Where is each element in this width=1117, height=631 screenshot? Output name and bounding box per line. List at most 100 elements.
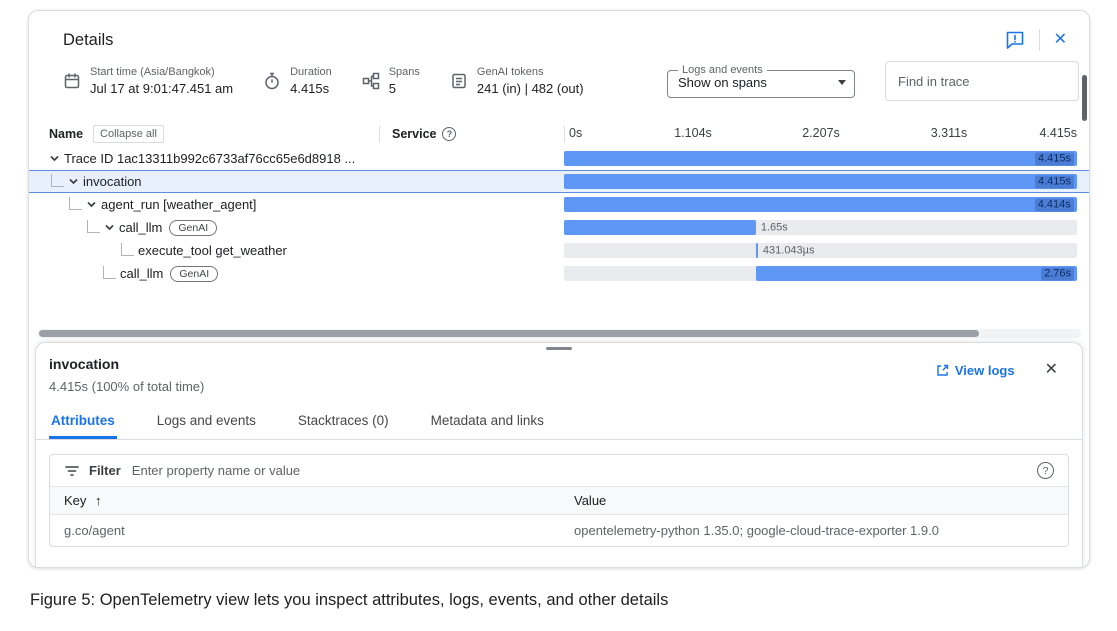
panel-header: Details ✕ xyxy=(29,11,1089,51)
span-bar[interactable]: 2.76s xyxy=(756,266,1077,281)
span-bar[interactable]: 4.415s xyxy=(564,151,1077,166)
sort-ascending-icon: ↑ xyxy=(95,493,102,508)
trace-row-trace-id[interactable]: Trace ID 1ac13311b992c6733af76cc65e6d891… xyxy=(29,147,1089,170)
span-detail-subtitle: 4.415s (100% of total time) xyxy=(49,379,204,394)
tree-connector xyxy=(103,266,116,279)
chevron-down-icon[interactable] xyxy=(49,153,60,164)
timeline-tick: 1.104s xyxy=(674,126,712,140)
panel-title: Details xyxy=(63,31,113,50)
genai-badge: GenAI xyxy=(169,220,217,236)
timeline-tick: 3.311s xyxy=(931,126,968,140)
trace-table-header: Name Collapse all Service ? 0s 1.104s 2.… xyxy=(29,121,1089,147)
duration-label: Duration xyxy=(290,66,332,78)
tokens-icon xyxy=(450,72,468,90)
attribute-value: opentelemetry-python 1.35.0; google-clou… xyxy=(574,523,1054,538)
genai-tokens-summary: GenAI tokens 241 (in) | 482 (out) xyxy=(450,66,584,96)
feedback-icon[interactable] xyxy=(1005,30,1025,50)
start-time-label: Start time (Asia/Bangkok) xyxy=(90,66,233,78)
collapse-all-button[interactable]: Collapse all xyxy=(93,125,164,143)
drag-handle[interactable] xyxy=(546,347,572,350)
filter-row: Filter ? xyxy=(50,455,1068,486)
logs-and-events-dropdown-value: Show on spans xyxy=(678,75,767,90)
trace-toolbar: Start time (Asia/Bangkok) Jul 17 at 9:01… xyxy=(29,51,1089,113)
span-name: Trace ID 1ac13311b992c6733af76cc65e6d891… xyxy=(64,151,355,166)
horizontal-scrollbar[interactable] xyxy=(37,329,1081,338)
service-help-icon[interactable]: ? xyxy=(442,127,456,141)
header-divider xyxy=(1039,29,1040,51)
span-bar[interactable]: 431.043µs xyxy=(756,243,758,258)
view-logs-link[interactable]: View logs xyxy=(936,363,1015,378)
trace-row-agent-run[interactable]: agent_run [weather_agent] 4.414s xyxy=(29,193,1089,216)
timeline-axis: 0s 1.104s 2.207s 3.311s 4.415s xyxy=(564,126,1077,142)
open-in-new-icon xyxy=(936,364,949,377)
span-duration-label: 2.76s xyxy=(1041,267,1074,280)
trace-row-call-llm-1[interactable]: call_llm GenAI 1.65s xyxy=(29,216,1089,239)
service-column-header: Service xyxy=(392,127,436,141)
duration-value: 4.415s xyxy=(290,81,332,96)
filter-label: Filter xyxy=(89,463,121,478)
attribute-key: g.co/agent xyxy=(64,523,574,538)
span-name: execute_tool get_weather xyxy=(138,243,287,258)
attributes-header-row: Key ↑ Value xyxy=(50,486,1068,515)
tree-connector xyxy=(121,243,134,256)
tab-metadata-and-links[interactable]: Metadata and links xyxy=(429,404,546,439)
horizontal-scrollbar-thumb[interactable] xyxy=(39,330,979,337)
span-name: invocation xyxy=(83,174,142,189)
tab-attributes[interactable]: Attributes xyxy=(49,404,117,439)
spans-value: 5 xyxy=(389,81,420,96)
trace-row-invocation[interactable]: invocation 4.415s xyxy=(29,170,1089,193)
span-duration-label: 4.415s xyxy=(1035,152,1074,165)
view-logs-label: View logs xyxy=(955,363,1015,378)
spans-label: Spans xyxy=(389,66,420,78)
close-icon[interactable]: ✕ xyxy=(1054,32,1067,48)
timer-icon xyxy=(263,72,281,90)
attribute-row: g.co/agent opentelemetry-python 1.35.0; … xyxy=(50,515,1068,546)
chevron-down-icon[interactable] xyxy=(68,176,79,187)
span-bar[interactable]: 4.415s xyxy=(564,174,1077,189)
span-duration-label: 4.414s xyxy=(1035,198,1074,211)
span-duration-label: 4.415s xyxy=(1035,175,1074,188)
trace-details-panel: Details ✕ Start tim xyxy=(28,10,1090,568)
span-name: call_llm xyxy=(119,220,162,235)
find-in-trace-input[interactable] xyxy=(885,61,1079,101)
close-detail-icon[interactable]: ✕ xyxy=(1045,362,1058,378)
genai-tokens-value: 241 (in) | 482 (out) xyxy=(477,81,584,96)
trace-row-call-llm-2[interactable]: call_llm GenAI 2.76s xyxy=(29,262,1089,285)
logs-and-events-dropdown[interactable]: Logs and events Show on spans xyxy=(667,64,855,98)
header-actions: ✕ xyxy=(1005,29,1067,51)
span-bar[interactable]: 1.65s xyxy=(564,220,756,235)
span-name: agent_run [weather_agent] xyxy=(101,197,256,212)
calendar-icon xyxy=(63,72,81,90)
filter-help-icon[interactable]: ? xyxy=(1037,462,1054,479)
trace-rows: Trace ID 1ac13311b992c6733af76cc65e6d891… xyxy=(29,147,1089,285)
span-duration-label: 1.65s xyxy=(761,221,788,234)
filter-icon xyxy=(64,463,80,479)
spans-icon xyxy=(362,72,380,90)
start-time-value: Jul 17 at 9:01:47.451 am xyxy=(90,81,233,96)
timeline-tick: 0s xyxy=(569,126,582,140)
key-column-header[interactable]: Key xyxy=(64,493,86,508)
figure-caption: Figure 5: OpenTelemetry view lets you in… xyxy=(30,591,668,610)
span-bar[interactable]: 4.414s xyxy=(564,197,1077,212)
timeline-track xyxy=(564,243,1077,258)
chevron-down-icon[interactable] xyxy=(86,199,97,210)
tab-logs-and-events[interactable]: Logs and events xyxy=(155,404,258,439)
filter-input[interactable] xyxy=(130,462,1028,479)
chevron-down-icon[interactable] xyxy=(104,222,115,233)
tree-connector xyxy=(69,197,82,210)
duration-summary: Duration 4.415s xyxy=(263,66,332,96)
span-duration-label: 431.043µs xyxy=(763,244,815,257)
tab-stacktraces[interactable]: Stacktraces (0) xyxy=(296,404,391,439)
attributes-table: Filter ? Key ↑ Value g.co/agent opentele… xyxy=(49,454,1069,547)
vertical-scrollbar-thumb[interactable] xyxy=(1082,75,1087,121)
start-time-summary: Start time (Asia/Bangkok) Jul 17 at 9:01… xyxy=(63,66,233,96)
name-column-header: Name xyxy=(49,127,83,141)
trace-row-execute-tool[interactable]: execute_tool get_weather 431.043µs xyxy=(29,239,1089,262)
span-detail-title: invocation xyxy=(49,356,204,372)
genai-tokens-label: GenAI tokens xyxy=(477,66,584,78)
span-name: call_llm xyxy=(120,266,163,281)
chevron-down-icon xyxy=(838,80,846,85)
timeline-tick: 4.415s xyxy=(1039,126,1077,140)
span-detail-panel: invocation 4.415s (100% of total time) V… xyxy=(35,342,1083,567)
tree-connector xyxy=(51,174,64,187)
